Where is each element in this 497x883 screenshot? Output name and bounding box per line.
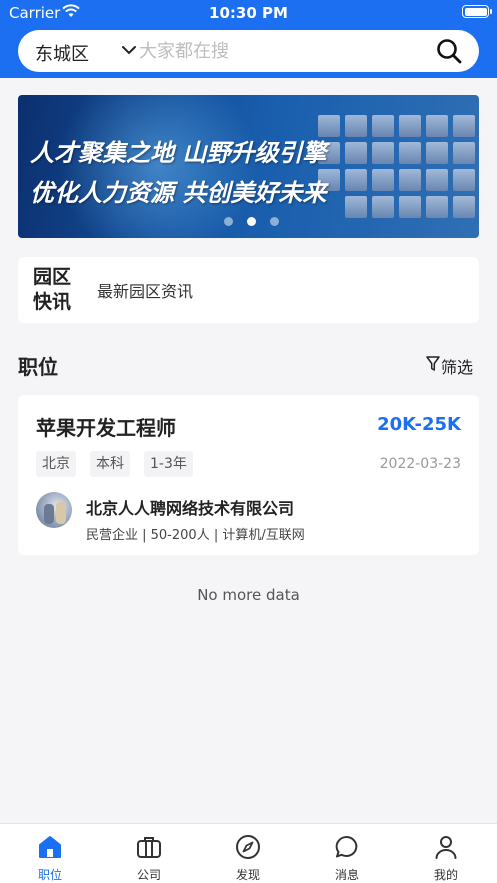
- job-tag-location: 北京: [36, 451, 76, 477]
- tab-label: 发现: [235, 868, 260, 882]
- promo-banner[interactable]: 人才聚集之地 山野升级引擎 优化人力资源 共创美好未来: [18, 95, 479, 238]
- funnel-icon: [426, 356, 440, 371]
- tab-label: 职位: [37, 868, 62, 882]
- company-logo: [36, 492, 72, 528]
- jobs-section-title: 职位: [18, 355, 58, 379]
- search-bar[interactable]: 东城区: [18, 30, 479, 72]
- briefcase-icon: [137, 837, 161, 858]
- chat-bubble-icon: [335, 835, 358, 858]
- banner-dot-active[interactable]: [247, 217, 256, 226]
- search-icon[interactable]: [436, 38, 462, 64]
- park-news-bar[interactable]: 园区快讯 最新园区资讯: [18, 257, 479, 323]
- search-input[interactable]: [139, 36, 439, 66]
- home-icon: [39, 836, 61, 858]
- filter-label: 筛选: [441, 358, 474, 377]
- list-end-label: No more data: [197, 586, 300, 604]
- bottom-tab-bar: 职位 公司 发现 消息 我的: [0, 823, 497, 883]
- company-name: 北京人人聘网络技术有限公司: [86, 499, 295, 518]
- tab-messages[interactable]: 消息: [307, 824, 387, 883]
- banner-photo-grid: [318, 115, 478, 235]
- status-time: 10:30 PM: [209, 4, 288, 22]
- tab-profile[interactable]: 我的: [406, 824, 486, 883]
- tab-label: 消息: [334, 868, 359, 882]
- job-tag-education: 本科: [90, 451, 130, 477]
- battery-icon: [462, 5, 492, 18]
- job-tag-experience: 1-3年: [144, 451, 193, 477]
- tab-label: 公司: [136, 868, 161, 882]
- tab-discover[interactable]: 发现: [208, 824, 288, 883]
- city-selector[interactable]: 东城区: [35, 40, 89, 66]
- tab-label: 我的: [433, 868, 458, 882]
- banner-dot[interactable]: [270, 217, 279, 226]
- banner-dot[interactable]: [224, 217, 233, 226]
- person-icon: [435, 836, 457, 859]
- company-meta: 民营企业 | 50-200人 | 计算机/互联网: [86, 528, 305, 543]
- job-title: 苹果开发工程师: [36, 416, 176, 440]
- banner-pagination[interactable]: [222, 217, 282, 227]
- filter-button[interactable]: 筛选: [426, 354, 478, 377]
- top-bar: Carrier 10:30 PM 东城区: [0, 0, 497, 78]
- news-text[interactable]: 最新园区资讯: [97, 278, 193, 302]
- job-card[interactable]: 苹果开发工程师 20K-25K 北京 本科 1-3年 2022-03-23 北京…: [18, 395, 479, 555]
- job-date: 2022-03-23: [379, 456, 461, 472]
- news-tag: 园区快讯: [33, 266, 72, 313]
- compass-icon: [236, 835, 260, 859]
- job-salary: 20K-25K: [377, 414, 461, 435]
- status-bar: Carrier 10:30 PM: [0, 0, 497, 26]
- tab-companies[interactable]: 公司: [109, 824, 189, 883]
- tab-jobs[interactable]: 职位: [10, 824, 90, 883]
- chevron-down-icon[interactable]: [121, 44, 137, 56]
- banner-headline-1: 人才聚集之地 山野升级引擎: [30, 139, 327, 167]
- banner-headline-2: 优化人力资源 共创美好未来: [30, 179, 327, 207]
